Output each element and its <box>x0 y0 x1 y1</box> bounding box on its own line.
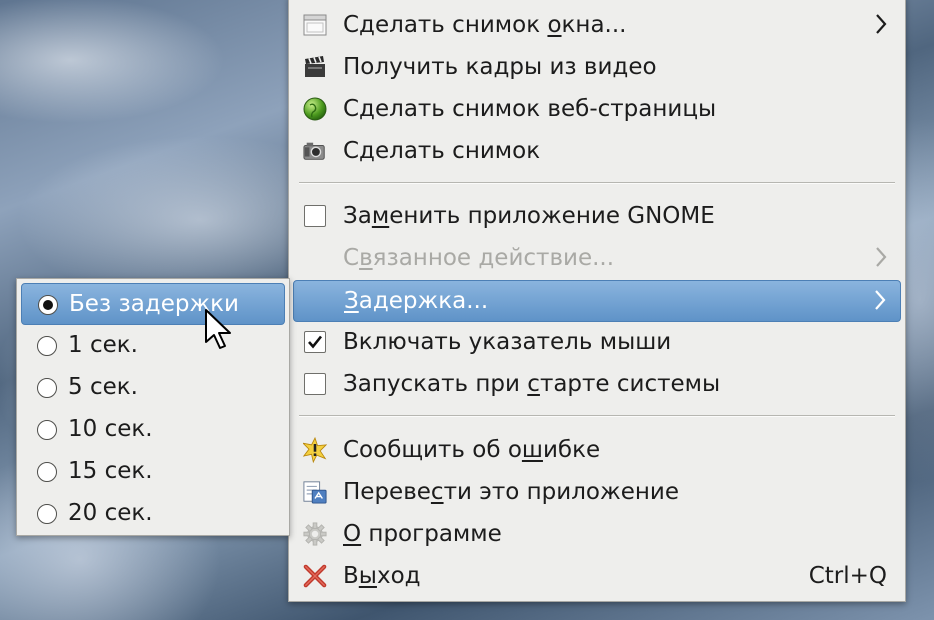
menu-item-label: Сообщить об ошибке <box>343 437 601 463</box>
menu-item-label: 1 сек. <box>68 332 138 358</box>
menu-item-take-screenshot[interactable]: Сделать снимок <box>293 131 901 171</box>
radio-unselected[interactable] <box>37 378 57 398</box>
menu-item-label: Получить кадры из видео <box>343 54 657 80</box>
menu-item-label: Включать указатель мыши <box>343 329 672 355</box>
menu-item-video-frames[interactable]: Получить кадры из видео <box>293 47 901 87</box>
radio-unselected[interactable] <box>37 420 57 440</box>
radio-selected[interactable] <box>38 295 58 315</box>
menu-item-label: 5 сек. <box>68 374 138 400</box>
menu-item-label: Сделать снимок окна... <box>343 12 627 38</box>
radio-unselected[interactable] <box>37 336 57 356</box>
mouse-cursor-icon <box>205 309 231 349</box>
menu-item-delay[interactable]: Задержка... <box>293 280 901 322</box>
delay-option-15[interactable]: 15 сек. <box>21 451 285 491</box>
menu-item-label: Задержка... <box>344 288 489 314</box>
submenu-arrow-icon <box>875 290 886 310</box>
menu-item-related-action: Связанное действие... <box>293 238 901 278</box>
submenu-arrow-icon <box>876 14 887 34</box>
close-icon <box>303 564 327 588</box>
menu-separator <box>299 182 895 184</box>
delay-submenu: Без задержки 1 сек. 5 сек. 10 сек. 15 се… <box>16 278 290 536</box>
bug-warning-icon <box>303 436 327 464</box>
menu-item-report-bug[interactable]: Сообщить об ошибке <box>293 430 901 470</box>
menu-item-quit[interactable]: Выход Ctrl+Q <box>293 556 901 596</box>
menu-item-label: Сделать снимок <box>343 138 541 164</box>
menu-item-about[interactable]: О программе <box>293 514 901 554</box>
menu-item-label: Заменить приложение GNOME <box>343 203 715 229</box>
menu-item-autostart[interactable]: Запускать при старте системы <box>293 364 901 404</box>
translate-icon <box>303 480 327 504</box>
delay-option-10[interactable]: 10 сек. <box>21 409 285 449</box>
menu-item-window-screenshot[interactable]: Сделать снимок окна... <box>293 5 901 45</box>
delay-option-none[interactable]: Без задержки <box>21 283 285 325</box>
checkbox-checked[interactable] <box>304 331 326 353</box>
delay-option-1[interactable]: 1 сек. <box>21 325 285 365</box>
main-context-menu: Сделать снимок окна... Получить кадры из… <box>288 0 906 602</box>
camera-icon <box>303 139 327 163</box>
menu-item-replace-gnome-app[interactable]: Заменить приложение GNOME <box>293 196 901 236</box>
radio-unselected[interactable] <box>37 504 57 524</box>
menu-item-label: Перевести это приложение <box>343 479 679 505</box>
menu-item-label: Выход <box>343 563 421 589</box>
menu-item-label: 15 сек. <box>68 458 153 484</box>
clapperboard-icon <box>303 55 327 79</box>
menu-item-label: Запускать при старте системы <box>343 371 721 397</box>
menu-item-web-screenshot[interactable]: Сделать снимок веб-страницы <box>293 89 901 129</box>
checkbox-unchecked[interactable] <box>304 205 326 227</box>
menu-item-translate[interactable]: Перевести это приложение <box>293 472 901 512</box>
delay-option-5[interactable]: 5 сек. <box>21 367 285 407</box>
delay-option-20[interactable]: 20 сек. <box>21 493 285 533</box>
radio-unselected[interactable] <box>37 462 57 482</box>
gear-icon <box>303 522 327 546</box>
menu-item-include-pointer[interactable]: Включать указатель мыши <box>293 322 901 362</box>
menu-item-label: Сделать снимок веб-страницы <box>343 96 717 122</box>
menu-separator <box>299 415 895 417</box>
menu-item-label: 10 сек. <box>68 416 153 442</box>
menu-item-label: О программе <box>343 521 502 547</box>
checkbox-unchecked[interactable] <box>304 373 326 395</box>
menu-item-label: Связанное действие... <box>343 245 615 271</box>
window-screenshot-icon <box>303 13 327 37</box>
shortcut-label: Ctrl+Q <box>808 563 887 589</box>
submenu-arrow-icon <box>876 247 887 267</box>
menu-item-label: 20 сек. <box>68 500 153 526</box>
globe-icon <box>303 97 327 121</box>
